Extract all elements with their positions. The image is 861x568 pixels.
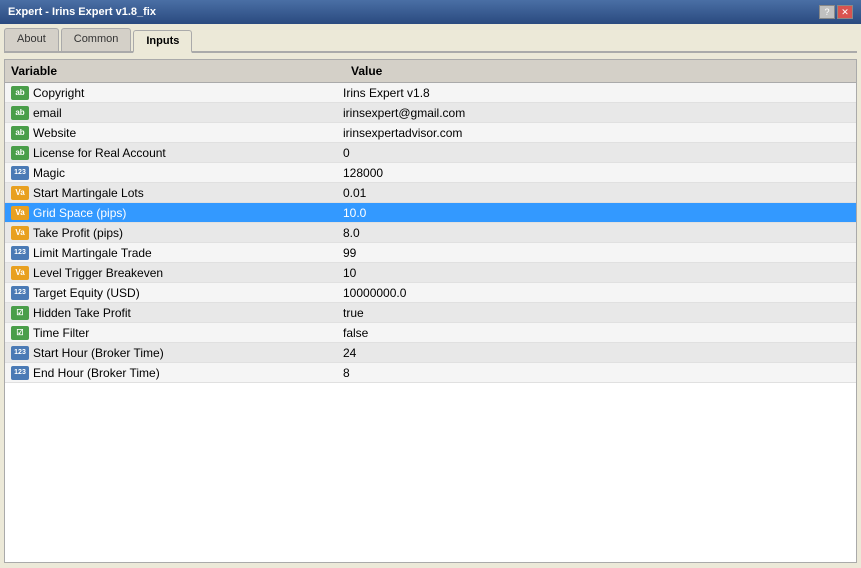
table-row[interactable]: Va Level Trigger Breakeven 10	[5, 263, 856, 283]
table-row[interactable]: ab License for Real Account 0	[5, 143, 856, 163]
row-variable-name: Grid Space (pips)	[33, 206, 343, 220]
tab-common[interactable]: Common	[61, 28, 132, 51]
content-panel: Variable Value ab Copyright Irins Expert…	[4, 59, 857, 563]
row-variable-name: Magic	[33, 166, 343, 180]
row-type-icon: ab	[11, 106, 29, 120]
row-type-icon: 123	[11, 166, 29, 180]
table-row[interactable]: 123 Target Equity (USD) 10000000.0	[5, 283, 856, 303]
table-row[interactable]: ab email irinsexpert@gmail.com	[5, 103, 856, 123]
table-row[interactable]: ☑ Time Filter false	[5, 323, 856, 343]
row-variable-name: Copyright	[33, 86, 343, 100]
table-row[interactable]: 123 End Hour (Broker Time) 8	[5, 363, 856, 383]
row-type-icon: ab	[11, 146, 29, 160]
table-row[interactable]: Va Take Profit (pips) 8.0	[5, 223, 856, 243]
table-row[interactable]: Va Grid Space (pips) 10.0	[5, 203, 856, 223]
table-row[interactable]: ☑ Hidden Take Profit true	[5, 303, 856, 323]
table-body: ab Copyright Irins Expert v1.8 ab email …	[5, 83, 856, 383]
row-value: Irins Expert v1.8	[343, 86, 850, 100]
help-button[interactable]: ?	[819, 5, 835, 19]
table-row[interactable]: 123 Start Hour (Broker Time) 24	[5, 343, 856, 363]
row-value: irinsexpert@gmail.com	[343, 106, 850, 120]
row-type-icon: 123	[11, 346, 29, 360]
row-type-icon: Va	[11, 226, 29, 240]
row-variable-name: Level Trigger Breakeven	[33, 266, 343, 280]
row-value: 0	[343, 146, 850, 160]
row-value: 10.0	[343, 206, 850, 220]
title-bar: Expert - Irins Expert v1.8_fix ? ✕	[0, 0, 861, 24]
row-type-icon: ☑	[11, 326, 29, 340]
window-body: About Common Inputs Variable Value ab Co…	[0, 24, 861, 568]
row-variable-name: Take Profit (pips)	[33, 226, 343, 240]
row-variable-name: Hidden Take Profit	[33, 306, 343, 320]
row-variable-name: End Hour (Broker Time)	[33, 366, 343, 380]
row-value: 24	[343, 346, 850, 360]
row-value: irinsexpertadvisor.com	[343, 126, 850, 140]
title-bar-controls: ? ✕	[819, 5, 853, 19]
row-value: 99	[343, 246, 850, 260]
row-variable-name: Start Martingale Lots	[33, 186, 343, 200]
row-type-icon: Va	[11, 266, 29, 280]
row-type-icon: Va	[11, 206, 29, 220]
row-variable-name: License for Real Account	[33, 146, 343, 160]
row-value: false	[343, 326, 850, 340]
col-header-variable: Variable	[11, 64, 351, 78]
row-value: 10	[343, 266, 850, 280]
row-type-icon: 123	[11, 246, 29, 260]
row-type-icon: Va	[11, 186, 29, 200]
close-button[interactable]: ✕	[837, 5, 853, 19]
row-variable-name: Start Hour (Broker Time)	[33, 346, 343, 360]
row-value: 8.0	[343, 226, 850, 240]
tab-bar: About Common Inputs	[4, 28, 857, 53]
row-variable-name: Time Filter	[33, 326, 343, 340]
row-value: 128000	[343, 166, 850, 180]
row-variable-name: email	[33, 106, 343, 120]
table-row[interactable]: ab Copyright Irins Expert v1.8	[5, 83, 856, 103]
row-value: true	[343, 306, 850, 320]
row-value: 8	[343, 366, 850, 380]
row-type-icon: ab	[11, 126, 29, 140]
col-header-value: Value	[351, 64, 850, 78]
tab-inputs[interactable]: Inputs	[133, 30, 192, 53]
table-header: Variable Value	[5, 60, 856, 83]
table-row[interactable]: ab Website irinsexpertadvisor.com	[5, 123, 856, 143]
table-row[interactable]: 123 Limit Martingale Trade 99	[5, 243, 856, 263]
tab-about[interactable]: About	[4, 28, 59, 51]
row-type-icon: ab	[11, 86, 29, 100]
row-type-icon: 123	[11, 286, 29, 300]
row-variable-name: Limit Martingale Trade	[33, 246, 343, 260]
row-type-icon: 123	[11, 366, 29, 380]
table-row[interactable]: 123 Magic 128000	[5, 163, 856, 183]
window-title: Expert - Irins Expert v1.8_fix	[8, 6, 156, 18]
table-row[interactable]: Va Start Martingale Lots 0.01	[5, 183, 856, 203]
row-value: 0.01	[343, 186, 850, 200]
row-type-icon: ☑	[11, 306, 29, 320]
row-variable-name: Website	[33, 126, 343, 140]
row-variable-name: Target Equity (USD)	[33, 286, 343, 300]
row-value: 10000000.0	[343, 286, 850, 300]
